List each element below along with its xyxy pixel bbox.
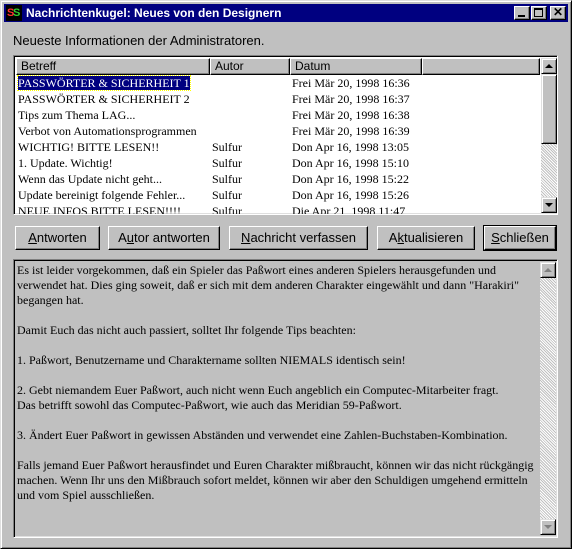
list-item-subject: Verbot von Automationsprogrammen	[18, 124, 197, 138]
list-item-author: Sulfur	[212, 188, 242, 202]
window-title: Nachrichtenkugel: Neues von den Designer…	[26, 6, 282, 20]
list-item-subject: PASSWÖRTER & SICHERHEIT 2	[18, 92, 190, 106]
message-scrollbar[interactable]	[540, 262, 556, 535]
list-item-author: Sulfur	[212, 172, 242, 186]
list-item[interactable]: 1. Update. Wichtig! Sulfur Don Apr 16, 199…	[16, 155, 540, 171]
list-item-date: Frei Mär 20, 1998 16:39	[292, 124, 410, 138]
list-item-subject: Update bereinigt folgende Fehler...	[18, 188, 186, 202]
list-item-author	[210, 91, 290, 107]
list-item-author	[210, 123, 290, 139]
list-item-date: Frei Mär 20, 1998 16:38	[292, 108, 410, 122]
list-item-subject: Wenn das Update nicht geht...	[18, 172, 162, 186]
list-item-author	[210, 107, 290, 123]
message-paragraph: Falls jemand Euer Paßwort herausfindet u…	[17, 458, 534, 502]
list-item-date: Frei Mär 20, 1998 16:37	[292, 92, 410, 106]
app-icon[interactable]: SS	[6, 5, 22, 21]
arrow-down-icon	[545, 203, 553, 207]
message-paragraph: 3. Ändert Euer Paßwort in gewissen Abstä…	[17, 428, 508, 442]
list-item-date: Don Apr 16, 1998 15:26	[292, 188, 409, 202]
maximize-icon	[534, 8, 543, 17]
list-item-subject: Tips zum Thema LAG...	[18, 108, 136, 122]
list-item-author	[210, 75, 290, 91]
minimize-icon	[518, 15, 525, 17]
title-bar[interactable]: SS Nachrichtenkugel: Neues von den Desig…	[4, 4, 568, 22]
column-header-author[interactable]: Autor	[210, 58, 290, 75]
message-body: Es ist leider vorgekommen, daß ein Spiel…	[17, 263, 537, 518]
list-item[interactable]: Update bereinigt folgende Fehler... Sulfu…	[16, 187, 540, 203]
list-item[interactable]: NEUE INFOS BITTE LESEN!!!! Sulfur Die Apr …	[16, 203, 540, 214]
message-board-window: SS Nachrichtenkugel: Neues von den Desig…	[0, 0, 572, 549]
message-paragraph: Es ist leider vorgekommen, daß ein Spiel…	[17, 263, 519, 307]
list-item-subject: NEUE INFOS BITTE LESEN!!!!	[18, 204, 181, 214]
reply-author-button[interactable]: Autor antworten	[108, 226, 220, 250]
list-item-subject: 1. Update. Wichtig!	[18, 156, 113, 170]
list-scrollbar[interactable]	[541, 58, 557, 213]
message-scroll-down-button[interactable]	[540, 519, 556, 535]
column-header-filler	[422, 58, 540, 75]
maximize-button[interactable]	[531, 6, 547, 20]
close-button[interactable]: Schließen	[483, 225, 557, 251]
arrow-up-icon	[544, 268, 552, 272]
message-scroll-up-button[interactable]	[540, 262, 556, 278]
list-item-date: Frei Mär 20, 1998 16:36	[292, 76, 410, 90]
intro-text: Neueste Informationen der Administratore…	[13, 33, 265, 48]
list-item[interactable]: Wenn das Update nicht geht... Sulfur Don A…	[16, 171, 540, 187]
refresh-button[interactable]: Aktualisieren	[377, 226, 475, 250]
list-item-date: Don Apr 16, 1998 15:22	[292, 172, 409, 186]
list-header: Betreff Autor Datum	[16, 58, 540, 75]
scroll-up-button[interactable]	[541, 58, 557, 74]
list-item-subject: WICHTIG! BITTE LESEN!!	[18, 140, 160, 154]
list-item[interactable]: Tips zum Thema LAG... Frei Mär 20, 1998 1…	[16, 107, 540, 123]
list-item[interactable]: PASSWÖRTER & SICHERHEIT 2 Frei Mär 20, 19…	[16, 91, 540, 107]
column-header-subject[interactable]: Betreff	[16, 58, 210, 75]
minimize-button[interactable]	[514, 6, 530, 20]
message-paragraph: 1. Paßwort, Benutzername und Charakterna…	[17, 353, 406, 367]
list-item[interactable]: Verbot von Automationsprogrammen Frei Mär…	[16, 123, 540, 139]
list-item[interactable]: PASSWÖRTER & SICHERHEIT 1 Frei Mär 20, 19…	[16, 75, 540, 91]
arrow-up-icon	[545, 64, 553, 68]
column-header-date[interactable]: Datum	[290, 58, 422, 75]
list-item[interactable]: WICHTIG! BITTE LESEN!! Sulfur Don Apr 16, …	[16, 139, 540, 155]
list-item-author: Sulfur	[212, 156, 242, 170]
compose-button[interactable]: Nachricht verfassen	[229, 226, 368, 250]
list-item-date: Don Apr 16, 1998 15:10	[292, 156, 409, 170]
scroll-down-button[interactable]	[541, 197, 557, 213]
list-item-date: Die Apr 21, 1998 11:47	[292, 204, 406, 214]
message-text-area[interactable]: Es ist leider vorgekommen, daß ein Spiel…	[13, 259, 558, 538]
message-paragraph: Damit Euch das nicht auch passiert, soll…	[17, 323, 356, 337]
list-item-author: Sulfur	[212, 204, 242, 214]
message-paragraph: 2. Gebt niemandem Euer Paßwort, auch nic…	[17, 383, 499, 412]
close-window-button[interactable]: ✕	[550, 5, 566, 20]
scroll-thumb[interactable]	[541, 74, 557, 144]
list-item-date: Don Apr 16, 1998 13:05	[292, 140, 409, 154]
close-icon: ✕	[552, 5, 564, 19]
list-item-subject: PASSWÖRTER & SICHERHEIT 1	[17, 75, 191, 91]
reply-button[interactable]: Antworten	[15, 226, 100, 250]
arrow-down-icon	[544, 525, 552, 529]
list-body: PASSWÖRTER & SICHERHEIT 1 Frei Mär 20, 19…	[16, 75, 540, 214]
message-list[interactable]: Betreff Autor Datum PASSWÖRTER & SICHERH…	[13, 55, 558, 215]
list-item-author: Sulfur	[212, 140, 242, 154]
